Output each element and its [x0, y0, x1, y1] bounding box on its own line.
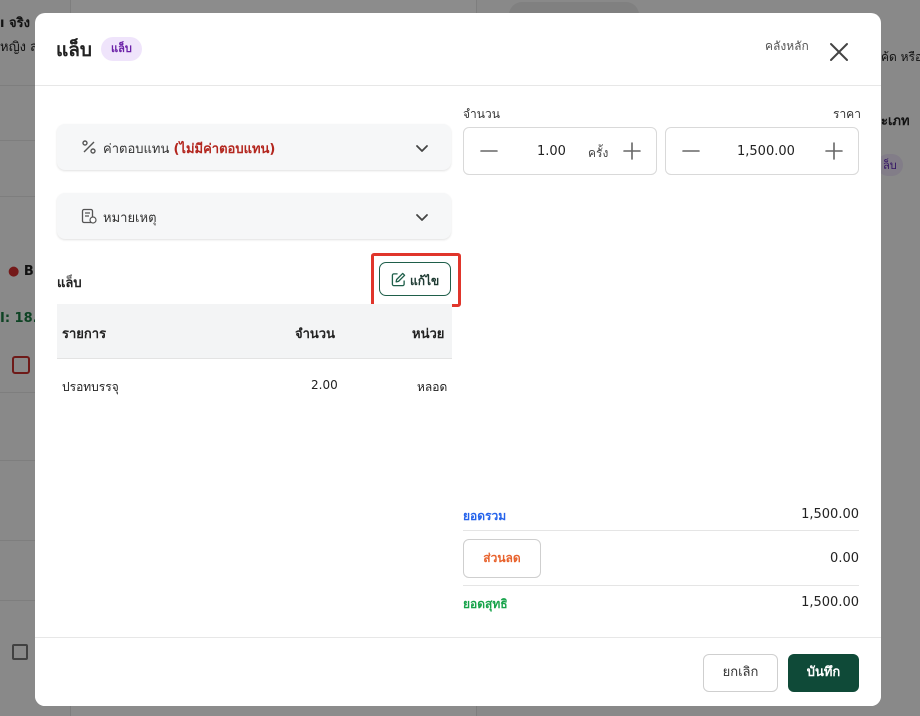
- plus-icon[interactable]: [823, 140, 845, 162]
- percent-icon: [82, 140, 96, 154]
- total-value: 1,500.00: [801, 507, 859, 522]
- divider: [463, 530, 859, 531]
- no-compensation-text: (ไม่มีค่าตอบแทน): [173, 142, 276, 157]
- price-stepper[interactable]: 1,500.00: [665, 127, 859, 175]
- quantity-unit: ครั้ง: [588, 146, 609, 160]
- compensation-label: ค่าตอบแทน (ไม่มีค่าตอบแทน): [103, 142, 276, 157]
- notes-accordion[interactable]: หมายเหตุ: [57, 193, 451, 239]
- quantity-value[interactable]: 1.00: [537, 144, 566, 159]
- compensation-accordion[interactable]: ค่าตอบแทน (ไม่มีค่าตอบแทน): [57, 124, 451, 170]
- modal-header: แล็บ แล็บ คลังหลัก: [35, 13, 881, 86]
- net-value: 1,500.00: [801, 595, 859, 610]
- price-value[interactable]: 1,500.00: [737, 144, 795, 159]
- row-item: ปรอทบรรจุ: [62, 380, 119, 394]
- plus-icon[interactable]: [621, 140, 643, 162]
- net-label: ยอดสุทธิ: [463, 597, 508, 611]
- chevron-down-icon: [416, 145, 428, 152]
- close-icon[interactable]: [827, 40, 851, 64]
- column-header-qty: จำนวน: [295, 327, 335, 342]
- minus-icon[interactable]: [680, 140, 702, 162]
- lab-modal: แล็บ แล็บ คลังหลัก ค่าตอบแทน (ไม่มีค่าตอ…: [35, 13, 881, 706]
- notes-label: หมายเหตุ: [103, 211, 157, 226]
- lab-section-label: แล็บ: [57, 276, 82, 291]
- modal-footer: ยกเลิก บันทึก: [35, 637, 881, 706]
- discount-value: 0.00: [830, 551, 859, 566]
- quantity-label: จำนวน: [463, 107, 500, 121]
- divider: [463, 585, 859, 586]
- row-unit: หลอด: [417, 380, 448, 394]
- highlight-box: [371, 253, 461, 307]
- column-header-unit: หน่วย: [412, 327, 445, 342]
- price-label: ราคา: [833, 107, 861, 121]
- note-icon: [81, 208, 97, 224]
- row-qty: 2.00: [311, 378, 338, 392]
- modal-title: แล็บ: [56, 39, 92, 61]
- total-label: ยอดรวม: [463, 509, 507, 523]
- discount-button[interactable]: ส่วนลด: [463, 539, 541, 578]
- quantity-stepper[interactable]: 1.00 ครั้ง: [463, 127, 657, 175]
- save-button[interactable]: บันทึก: [788, 654, 859, 692]
- lab-table-header: รายการ จำนวน หน่วย: [57, 304, 452, 359]
- modal-type-badge: แล็บ: [101, 37, 142, 61]
- chevron-down-icon: [416, 214, 428, 221]
- column-header-item: รายการ: [62, 327, 107, 342]
- warehouse-label: คลังหลัก: [765, 39, 809, 53]
- cancel-button[interactable]: ยกเลิก: [703, 654, 778, 692]
- minus-icon[interactable]: [478, 140, 500, 162]
